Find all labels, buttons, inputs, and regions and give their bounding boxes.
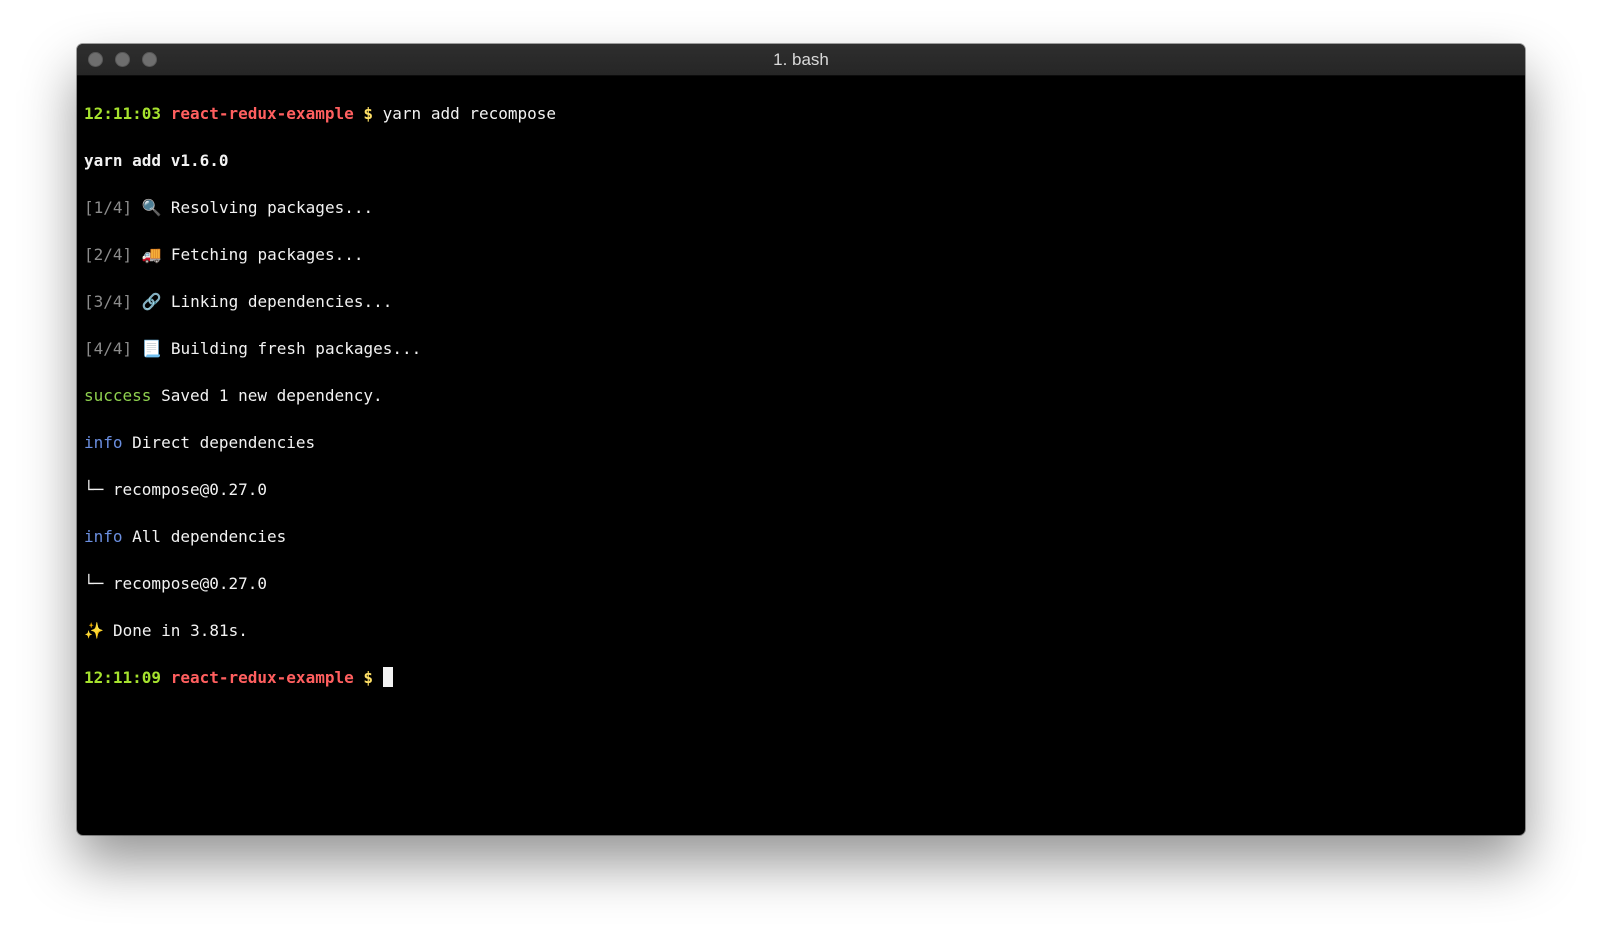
command-text: yarn add recompose <box>373 103 557 123</box>
step-text: Resolving packages... <box>170 197 374 217</box>
step-line: [2/4] 🚚 Fetching packages... <box>84 243 1525 267</box>
success-text: Saved 1 new dependency. <box>151 385 383 405</box>
step-line: [4/4] 📃 Building fresh packages... <box>84 337 1525 361</box>
prompt-line: 12:11:09 react-redux-example $ <box>84 666 1525 690</box>
step-line: [1/4] 🔍 Resolving packages... <box>84 196 1525 220</box>
success-tag: success <box>84 385 152 405</box>
info-line: info All dependencies <box>84 525 1525 549</box>
step-label: [1/4] <box>84 197 133 217</box>
done-text: Done in 3.81s. <box>113 620 248 640</box>
info-tag: info <box>84 432 123 452</box>
prompt-symbol: $ <box>363 667 374 687</box>
step-label: [3/4] <box>84 291 133 311</box>
info-tag: info <box>84 526 123 546</box>
magnifier-icon: 🔍 <box>141 197 162 217</box>
step-text: Building fresh packages... <box>170 338 422 358</box>
truck-icon: 🚚 <box>141 244 162 264</box>
done-line: ✨ Done in 3.81s. <box>84 619 1525 643</box>
prompt-directory: react-redux-example <box>170 667 354 687</box>
prompt-line: 12:11:03 react-redux-example $ yarn add … <box>84 102 1525 126</box>
prompt-time: 12:11:03 <box>84 103 162 123</box>
dependency-tree-line: └─ recompose@0.27.0 <box>84 479 268 499</box>
info-text: All dependencies <box>122 526 287 546</box>
step-line: [3/4] 🔗 Linking dependencies... <box>84 290 1525 314</box>
step-label: [2/4] <box>84 244 133 264</box>
info-line: info Direct dependencies <box>84 431 1525 455</box>
info-text: Direct dependencies <box>122 432 316 452</box>
terminal-output[interactable]: 12:11:03 react-redux-example $ yarn add … <box>77 76 1525 736</box>
sparkles-icon: ✨ <box>84 620 104 640</box>
step-text: Linking dependencies... <box>170 291 393 311</box>
title-bar: 1. bash <box>77 44 1525 76</box>
prompt-time: 12:11:09 <box>84 667 162 687</box>
prompt-directory: react-redux-example <box>170 103 354 123</box>
success-line: success Saved 1 new dependency. <box>84 384 1525 408</box>
yarn-version-line: yarn add v1.6.0 <box>84 150 229 170</box>
prompt-symbol: $ <box>363 103 374 123</box>
step-label: [4/4] <box>84 338 133 358</box>
terminal-window: 1. bash 12:11:03 react-redux-example $ y… <box>77 44 1525 835</box>
link-icon: 🔗 <box>141 291 162 311</box>
step-text: Fetching packages... <box>170 244 364 264</box>
window-title: 1. bash <box>773 50 829 69</box>
text-cursor <box>382 666 393 687</box>
page-icon: 📃 <box>141 338 162 358</box>
dependency-tree-line: └─ recompose@0.27.0 <box>84 573 268 593</box>
